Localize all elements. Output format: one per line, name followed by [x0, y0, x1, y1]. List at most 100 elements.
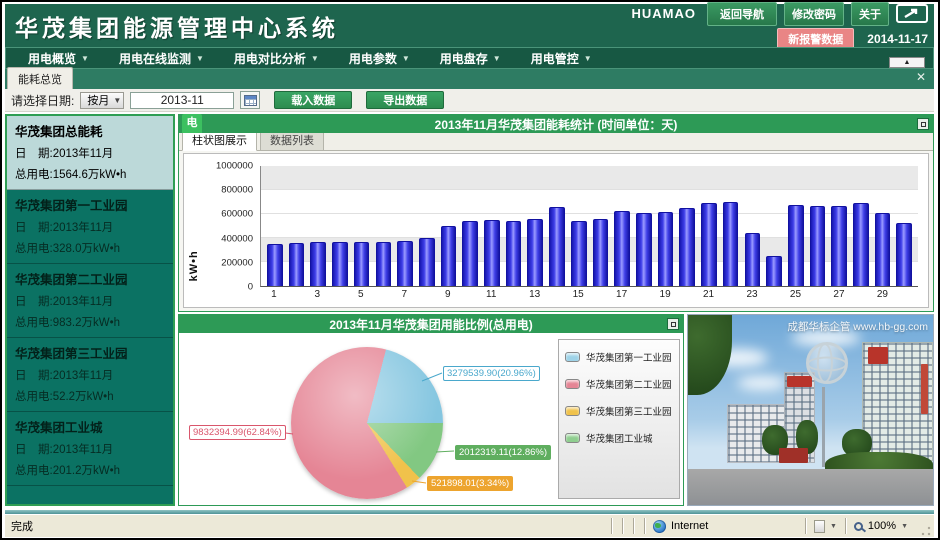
close-icon[interactable]: ✕ — [916, 71, 926, 83]
chart-view-tabs: 柱状图展示 数据列表 — [179, 133, 933, 151]
bar-day-3 — [310, 242, 326, 286]
menu-online-monitoring[interactable]: 用电在线监测▼ — [119, 50, 204, 67]
x-tick-label: 25 — [785, 289, 807, 305]
resize-grip — [920, 525, 932, 537]
building-sign — [787, 376, 812, 387]
x-tick-label — [719, 289, 741, 305]
x-tick-label — [676, 289, 698, 305]
menu-label: 用电管控 — [531, 50, 579, 67]
bar-day-27 — [831, 206, 847, 286]
menu-power-inventory[interactable]: 用电盘存▼ — [440, 50, 501, 67]
protected-mode-control[interactable]: ▼ — [806, 520, 845, 533]
y-tick-label: 600000 — [221, 209, 253, 220]
menu-power-control[interactable]: 用电管控 ▼ — [531, 50, 592, 67]
magnifier-icon — [854, 522, 863, 531]
date-input[interactable] — [130, 92, 234, 109]
x-tick-label — [328, 289, 350, 305]
calendar-icon — [244, 95, 257, 106]
energy-bar-chart-panel: 电 2013年11月华茂集团能耗统计 (时间单位：天) 柱状图展示 数据列表 k… — [178, 114, 934, 312]
pie-panel-header: 2013年11月华茂集团用能比例(总用电) — [179, 315, 683, 333]
photo-watermark: 成都华标企管 www.hb-gg.com — [787, 319, 928, 334]
minimize-icon[interactable] — [667, 318, 679, 330]
about-button[interactable]: 关于 — [851, 2, 889, 26]
energy-pie-chart-panel: 2013年11月华茂集团用能比例(总用电) 3279539.90 — [178, 314, 684, 506]
app-header: 华茂集团能源管理中心系统 HUAMAO 返回导航 修改密码 关于 新报警数据 2… — [5, 4, 934, 47]
bar-day-16 — [593, 219, 609, 286]
x-tick-label — [893, 289, 915, 305]
y-tick-label: 200000 — [221, 257, 253, 268]
collapse-header-button[interactable]: ▲ — [889, 57, 925, 68]
y-tick-label: 400000 — [221, 233, 253, 244]
x-tick-label: 23 — [741, 289, 763, 305]
change-password-button[interactable]: 修改密码 — [784, 2, 844, 26]
back-nav-button[interactable]: 返回导航 — [707, 2, 777, 26]
x-tick-label — [546, 289, 568, 305]
calendar-button[interactable] — [240, 91, 260, 109]
card-value: 总用电:1564.6万kW•h — [15, 166, 165, 182]
globe-sculpture — [806, 342, 848, 384]
card-date: 日 期:2013年11月 — [15, 367, 165, 383]
export-data-button[interactable]: 导出数据 — [366, 91, 444, 109]
x-tick-label: 17 — [611, 289, 633, 305]
electricity-tab[interactable]: 电 — [182, 114, 202, 133]
x-tick-label: 9 — [437, 289, 459, 305]
x-tick-label — [459, 289, 481, 305]
road — [688, 469, 933, 505]
bar-day-1 — [267, 244, 283, 286]
tab-energy-overview[interactable]: 能耗总览 — [7, 67, 73, 89]
bar-day-23 — [745, 233, 761, 286]
period-select[interactable]: 按月▼ — [80, 92, 124, 109]
browser-window: 华茂集团能源管理中心系统 HUAMAO 返回导航 修改密码 关于 新报警数据 2… — [0, 0, 940, 540]
card-title: 华茂集团总能耗 — [15, 121, 165, 140]
card-title: 华茂集团第三工业园 — [15, 343, 165, 362]
pie-label-industrial-city: 2012319.11(12.86%) — [455, 445, 551, 460]
sidebar-item-park1[interactable]: 华茂集团第一工业园 日 期:2013年11月 总用电:328.0万kW•h — [7, 190, 173, 264]
protected-mode-icon — [814, 520, 825, 533]
exit-icon[interactable] — [896, 4, 928, 23]
minimize-icon[interactable] — [917, 118, 929, 130]
chevron-down-icon: ▼ — [311, 54, 319, 63]
zoom-control[interactable]: 100% ▼ — [846, 520, 916, 532]
sidebar-item-industrial-city[interactable]: 华茂集团工业城 日 期:2013年11月 总用电:201.2万kW•h — [7, 412, 173, 486]
app-page: 华茂集团能源管理中心系统 HUAMAO 返回导航 修改密码 关于 新报警数据 2… — [5, 4, 934, 537]
legend-item: 华茂集团第一工业园 — [565, 350, 673, 364]
x-tick-label: 3 — [306, 289, 328, 305]
pie-label-park3: 521898.01(3.34%) — [427, 476, 513, 491]
sidebar-item-park2[interactable]: 华茂集团第二工业园 日 期:2013年11月 总用电:983.2万kW•h — [7, 264, 173, 338]
bar-day-21 — [701, 203, 717, 286]
chevron-down-icon: ▼ — [196, 54, 204, 63]
chevron-down-icon: ▼ — [901, 523, 908, 530]
x-tick-label: 7 — [393, 289, 415, 305]
menu-bar: 用电概览▼ 用电在线监测▼ 用电对比分析▼ 用电参数▼ 用电盘存▼ 用电管控▼ … — [5, 47, 934, 69]
bar-day-18 — [636, 213, 652, 286]
bar-day-29 — [875, 213, 891, 286]
card-title: 华茂集团第一工业园 — [15, 195, 165, 214]
legend-swatch — [565, 406, 580, 416]
bar-day-5 — [354, 242, 370, 286]
zone-label: Internet — [671, 520, 708, 532]
card-value: 总用电:201.2万kW•h — [15, 462, 165, 478]
menu-label: 用电对比分析 — [234, 50, 306, 67]
pie-chart-title: 2013年11月华茂集团用能比例(总用电) — [179, 316, 683, 333]
chevron-down-icon: ▼ — [402, 54, 410, 63]
menu-power-overview[interactable]: 用电概览▼ — [28, 50, 89, 67]
legend-swatch — [565, 352, 580, 362]
sidebar-item-total-energy[interactable]: 华茂集团总能耗 日 期:2013年11月 总用电:1564.6万kW•h — [7, 116, 173, 190]
legend-label: 华茂集团第一工业园 — [586, 350, 672, 364]
menu-power-parameters[interactable]: 用电参数▼ — [349, 50, 410, 67]
x-tick-label — [415, 289, 437, 305]
menu-label: 用电概览 — [28, 50, 76, 67]
bar-day-2 — [289, 243, 305, 286]
bar-day-10 — [462, 221, 478, 286]
bar-day-22 — [723, 202, 739, 286]
load-data-button[interactable]: 载入数据 — [274, 91, 352, 109]
x-tick-label: 15 — [567, 289, 589, 305]
status-text: 完成 — [11, 518, 33, 534]
menu-comparison-analysis[interactable]: 用电对比分析 ▼ — [234, 50, 319, 67]
internet-zone: Internet — [645, 520, 805, 533]
bar-day-11 — [484, 220, 500, 286]
bar-day-28 — [853, 203, 869, 286]
bar-day-25 — [788, 205, 804, 286]
sidebar-item-park3[interactable]: 华茂集团第三工业园 日 期:2013年11月 总用电:52.2万kW•h — [7, 338, 173, 412]
chevron-down-icon: ▼ — [584, 54, 592, 63]
